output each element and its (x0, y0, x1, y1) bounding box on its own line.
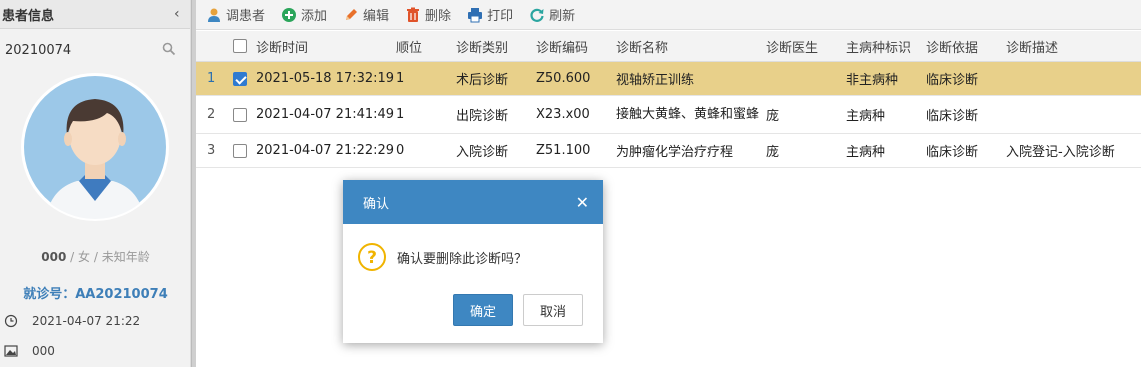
search-icon[interactable] (162, 42, 176, 56)
cell-time: 2021-04-07 21:41:49 (256, 107, 395, 122)
image-icon (4, 345, 18, 357)
visit-number: 就诊号：AA20210074 (23, 287, 168, 302)
patient-search (2, 36, 186, 64)
refresh-button[interactable]: 刷新 (529, 5, 575, 24)
cell-name: 接触大黄蜂、黄蜂和蜜蜂 (616, 106, 760, 122)
edit-button[interactable]: 编辑 (343, 5, 389, 24)
col-order[interactable]: 顺位 (396, 31, 422, 61)
cell-basis: 临床诊断 (926, 109, 979, 124)
col-basis[interactable]: 诊断依据 (926, 31, 978, 61)
add-icon (282, 7, 297, 22)
cell-time: 2021-04-07 21:22:29 (256, 143, 395, 158)
col-diagnosis-name[interactable]: 诊断名称 (616, 31, 668, 61)
patient-gender-age: / 女 / 未知年龄 (66, 250, 150, 264)
grid-header: 诊断时间 顺位 诊断类别 诊断编码 诊断名称 诊断医生 主病种标识 诊断依据 诊… (196, 31, 1141, 62)
delete-label: 删除 (425, 9, 452, 24)
cell-order: 0 (396, 143, 405, 158)
question-icon: ? (358, 243, 386, 271)
cell-time: 2021-05-18 17:32:19 (256, 71, 395, 86)
cell-order: 1 (396, 107, 405, 122)
cell-order: 1 (396, 71, 405, 86)
refresh-label: 刷新 (549, 9, 576, 24)
dialog-title: 确认 (363, 196, 390, 212)
col-diagnosis-time[interactable]: 诊断时间 (256, 31, 308, 61)
cell-desc: 入院登记-入院诊断 (1006, 145, 1115, 160)
user-icon (208, 8, 220, 22)
cell-type: 出院诊断 (456, 109, 509, 124)
diagnosis-grid: 诊断时间 顺位 诊断类别 诊断编码 诊断名称 诊断医生 主病种标识 诊断依据 诊… (196, 31, 1141, 168)
table-row[interactable]: 2 2021-04-07 21:41:49 1 出院诊断 X23.x00 接触大… (196, 96, 1141, 134)
table-row[interactable]: 3 2021-04-07 21:22:29 0 入院诊断 Z51.100 为肿瘤… (196, 134, 1141, 168)
col-main-disease-flag[interactable]: 主病种标识 (846, 31, 911, 61)
cell-flag: 主病种 (846, 109, 886, 124)
table-row[interactable]: 1 2021-05-18 17:32:19 1 术后诊断 Z50.600 视轴矫… (196, 62, 1141, 96)
print-icon (468, 7, 483, 22)
col-doctor[interactable]: 诊断医生 (766, 31, 818, 61)
cell-doctor: 庞 (766, 145, 780, 160)
cell-code: Z50.600 (536, 71, 591, 86)
cell-code: X23.x00 (536, 107, 590, 122)
visit-time-row: 2021-04-07 21:22 (4, 314, 140, 328)
row-checkbox[interactable] (233, 71, 247, 86)
cell-basis: 临床诊断 (926, 145, 979, 160)
print-label: 打印 (487, 9, 514, 24)
col-description[interactable]: 诊断描述 (1006, 31, 1058, 61)
patient-name: 000 (41, 250, 67, 264)
row-checkbox[interactable] (233, 107, 247, 122)
select-patient-label: 调患者 (226, 9, 266, 24)
confirm-button[interactable]: 确定 (453, 294, 513, 326)
cell-name: 视轴矫正训练 (616, 73, 695, 88)
cancel-button[interactable]: 取消 (523, 294, 583, 326)
panel-title: 患者信息 (2, 8, 55, 24)
print-button[interactable]: 打印 (467, 5, 513, 24)
edit-label: 编辑 (363, 9, 390, 24)
toolbar: 调患者 添加 编辑 删除 打印 刷新 (196, 0, 1141, 30)
patient-info-header: 患者信息 ‹ (0, 0, 190, 29)
trash-icon (407, 7, 420, 22)
col-diagnosis-type[interactable]: 诊断类别 (456, 31, 508, 61)
add-button[interactable]: 添加 (281, 5, 327, 24)
edit-pencil-icon (346, 8, 358, 20)
cell-code: Z51.100 (536, 143, 591, 158)
svg-text:?: ? (367, 248, 377, 268)
close-icon[interactable]: ✕ (576, 193, 589, 212)
patient-search-input[interactable] (2, 42, 152, 58)
cell-type: 术后诊断 (456, 73, 509, 88)
row-number: 3 (207, 143, 216, 158)
clock-icon (4, 314, 18, 328)
row-checkbox[interactable] (233, 143, 247, 158)
select-patient-button[interactable]: 调患者 (206, 5, 265, 24)
patient-meta: 000 / 女 / 未知年龄 (0, 248, 191, 265)
dialog-message: 确认要删除此诊断吗？ (397, 251, 528, 267)
extra-value: 000 (32, 344, 55, 358)
confirm-dialog: 确认 ✕ ? 确认要删除此诊断吗？ 确定 取消 (343, 180, 603, 343)
row-number: 2 (207, 107, 216, 122)
cell-flag: 主病种 (846, 145, 886, 160)
visit-time: 2021-04-07 21:22 (32, 314, 141, 328)
col-diagnosis-code[interactable]: 诊断编码 (536, 31, 588, 61)
cell-basis: 临床诊断 (926, 73, 979, 88)
extra-info-row: 000 (4, 344, 55, 358)
collapse-chevron-icon[interactable]: ‹ (174, 7, 186, 21)
avatar (21, 73, 169, 221)
row-number: 1 (207, 71, 216, 86)
cell-type: 入院诊断 (456, 145, 509, 160)
cell-name: 为肿瘤化学治疗疗程 (616, 145, 734, 160)
dialog-header: 确认 ✕ (343, 180, 603, 224)
dialog-body: ? 确认要删除此诊断吗？ (343, 224, 603, 272)
add-label: 添加 (301, 9, 328, 24)
refresh-icon (530, 8, 544, 22)
cell-doctor: 庞 (766, 109, 780, 124)
delete-button[interactable]: 删除 (405, 5, 451, 24)
cell-flag: 非主病种 (846, 73, 899, 88)
select-all-checkbox[interactable] (233, 39, 247, 53)
patient-info-panel: 患者信息 ‹ 000 / 女 / 未知年龄 就诊号：AA20210074 202… (0, 0, 191, 367)
